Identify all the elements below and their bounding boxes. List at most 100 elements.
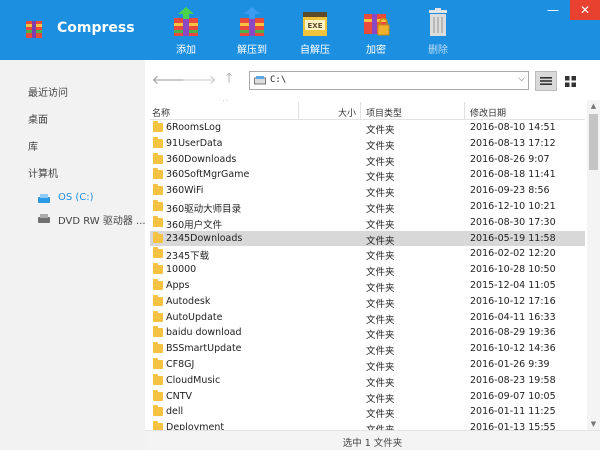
close-button[interactable]: ✕	[570, 0, 600, 20]
sidebar-item-recent[interactable]: 最近访问	[28, 84, 68, 99]
path-dropdown-icon[interactable]: ⌵	[518, 74, 525, 84]
file-name: baidu download	[166, 327, 242, 339]
file-list: 名称 ^ 大小 项目类型 修改日期 6RoomsLog 文件夹 2016-08-10…	[150, 100, 585, 430]
sidebar-item-computer[interactable]: 计算机	[28, 165, 58, 180]
table-row[interactable]: 91UserData 文件夹 2016-08-13 17:12	[150, 136, 585, 152]
file-type: 文件夹	[366, 298, 395, 310]
add-button[interactable]: 添加	[158, 4, 214, 58]
vertical-scrollbar[interactable]: ▲ ▼	[587, 100, 600, 430]
back-button[interactable]: 🡐	[152, 72, 187, 88]
file-name: BSSmartUpdate	[166, 343, 242, 355]
table-row[interactable]: Apps 文件夹 2015-12-04 11:05	[150, 278, 585, 294]
table-row[interactable]: 2345下载 文件夹 2016-02-02 12:20	[150, 246, 585, 262]
app-header: Compress 添加 解压到 EXE 自解压 加密 删除 — ✕	[0, 0, 600, 60]
column-type[interactable]: 项目类型	[366, 106, 402, 119]
file-name: 2345下载	[166, 251, 210, 263]
sidebar-item-library[interactable]: 库	[28, 138, 38, 153]
file-modified-date: 2016-09-23 8:56	[470, 185, 550, 197]
scroll-thumb[interactable]	[589, 114, 598, 170]
file-modified-date: 2016-04-11 16:33	[470, 311, 556, 323]
table-row[interactable]: 2345Downloads 文件夹 2016-05-19 11:58	[150, 230, 585, 247]
folder-icon	[153, 310, 163, 322]
file-modified-date: 2016-08-23 19:58	[470, 374, 556, 386]
table-row[interactable]: Autodesk 文件夹 2016-10-12 17:16	[150, 294, 585, 310]
table-row[interactable]: AutoUpdate 文件夹 2016-04-11 16:33	[150, 310, 585, 326]
file-name: 360SoftMgrGame	[166, 169, 250, 181]
file-type: 文件夹	[366, 188, 395, 200]
table-row[interactable]: 360Downloads 文件夹 2016-08-26 9:07	[150, 152, 585, 168]
file-modified-date: 2016-01-26 9:39	[470, 358, 550, 370]
file-type: 文件夹	[366, 219, 395, 231]
file-type: 文件夹	[366, 330, 395, 342]
path-input[interactable]: C:\ ⌵	[249, 71, 529, 90]
up-arrow-icon: 🡑	[225, 71, 233, 86]
table-row[interactable]: 360SoftMgrGame 文件夹 2016-08-18 11:41	[150, 167, 585, 183]
self-extract-button[interactable]: EXE 自解压	[287, 4, 343, 58]
grid-view-button[interactable]	[559, 71, 581, 91]
table-row[interactable]: CF8GJ 文件夹 2016-01-26 9:39	[150, 357, 585, 373]
table-row[interactable]: baidu download 文件夹 2016-08-29 19:36	[150, 325, 585, 341]
grid-view-icon	[564, 75, 576, 87]
folder-icon	[153, 357, 163, 369]
file-name: 360用户文件	[166, 219, 223, 231]
up-button[interactable]: 🡑	[221, 71, 237, 88]
file-modified-date: 2016-08-10 14:51	[470, 122, 556, 133]
folder-icon	[153, 168, 163, 180]
table-row[interactable]: CNTV 文件夹 2016-09-07 10:05	[150, 389, 585, 405]
table-row[interactable]: Deployment 文件夹 2016-01-13 15:55	[150, 420, 585, 430]
forward-button[interactable]: 🡒	[182, 72, 217, 88]
column-name[interactable]: 名称	[152, 106, 170, 119]
file-name: 10000	[166, 264, 197, 276]
table-row[interactable]: 10000 文件夹 2016-10-28 10:50	[150, 262, 585, 278]
file-modified-date: 2016-08-18 11:41	[470, 169, 556, 181]
add-archive-icon	[174, 7, 198, 36]
navigation-toolbar: 🡐 🡒 🡑 C:\ ⌵	[145, 60, 600, 100]
column-modified[interactable]: 修改日期	[470, 106, 506, 119]
extract-to-icon	[240, 7, 264, 36]
svg-text:EXE: EXE	[308, 22, 323, 30]
file-name: Apps	[166, 279, 190, 291]
folder-icon	[153, 263, 163, 275]
trash-icon	[429, 8, 447, 36]
table-row[interactable]: 360WiFi 文件夹 2016-09-23 8:56	[150, 183, 585, 199]
table-row[interactable]: CloudMusic 文件夹 2016-08-23 19:58	[150, 373, 585, 389]
encrypt-button[interactable]: 加密	[348, 4, 404, 58]
file-type: 文件夹	[366, 282, 395, 294]
table-row[interactable]: dell 文件夹 2016-01-11 11:25	[150, 404, 585, 420]
file-type: 文件夹	[366, 422, 395, 430]
table-row[interactable]: 360驱动大师目录 文件夹 2016-12-10 10:21	[150, 199, 585, 215]
encrypt-lock-icon	[364, 14, 390, 36]
delete-button[interactable]: 删除	[410, 4, 466, 58]
encrypt-label: 加密	[366, 45, 386, 56]
sidebar-item-drive-c[interactable]: OS (C:)	[58, 192, 94, 203]
file-type: 文件夹	[366, 346, 395, 358]
column-size[interactable]: 大小	[338, 106, 356, 119]
file-type: 文件夹	[366, 267, 395, 279]
table-row[interactable]: BSSmartUpdate 文件夹 2016-10-12 14:36	[150, 341, 585, 357]
sidebar-item-dvd-drive[interactable]: DVD RW 驱动器 ...	[58, 212, 146, 227]
file-modified-date: 2016-05-19 11:58	[470, 232, 556, 244]
minimize-button[interactable]: —	[542, 0, 564, 20]
file-type: 文件夹	[366, 125, 395, 136]
file-type: 文件夹	[366, 393, 395, 405]
status-bar: 选中 1 文件夹	[145, 430, 600, 450]
file-type: 文件夹	[366, 172, 395, 184]
folder-icon	[153, 294, 163, 306]
sidebar-item-desktop[interactable]: 桌面	[28, 111, 48, 126]
list-view-button[interactable]	[535, 71, 557, 91]
file-modified-date: 2016-01-11 11:25	[470, 406, 556, 418]
scroll-up-icon[interactable]: ▲	[587, 100, 600, 112]
file-list-header: 名称 ^ 大小 项目类型 修改日期	[150, 100, 585, 120]
folder-icon	[153, 278, 163, 290]
table-row[interactable]: 360用户文件 文件夹 2016-08-30 17:30	[150, 215, 585, 231]
file-modified-date: 2016-08-29 19:36	[470, 327, 556, 339]
table-row[interactable]: 6RoomsLog 文件夹 2016-08-10 14:51	[150, 120, 585, 136]
extract-to-button[interactable]: 解压到	[224, 4, 280, 58]
file-rows: 6RoomsLog 文件夹 2016-08-10 14:51 91UserData 文件…	[150, 120, 585, 430]
file-modified-date: 2016-02-02 12:20	[470, 248, 556, 260]
dvd-drive-icon	[38, 214, 50, 223]
file-name: 2345Downloads	[166, 232, 243, 244]
file-name: dell	[166, 406, 184, 418]
scroll-down-icon[interactable]: ▼	[587, 418, 600, 430]
forward-arrow-icon: 🡒	[181, 73, 217, 88]
